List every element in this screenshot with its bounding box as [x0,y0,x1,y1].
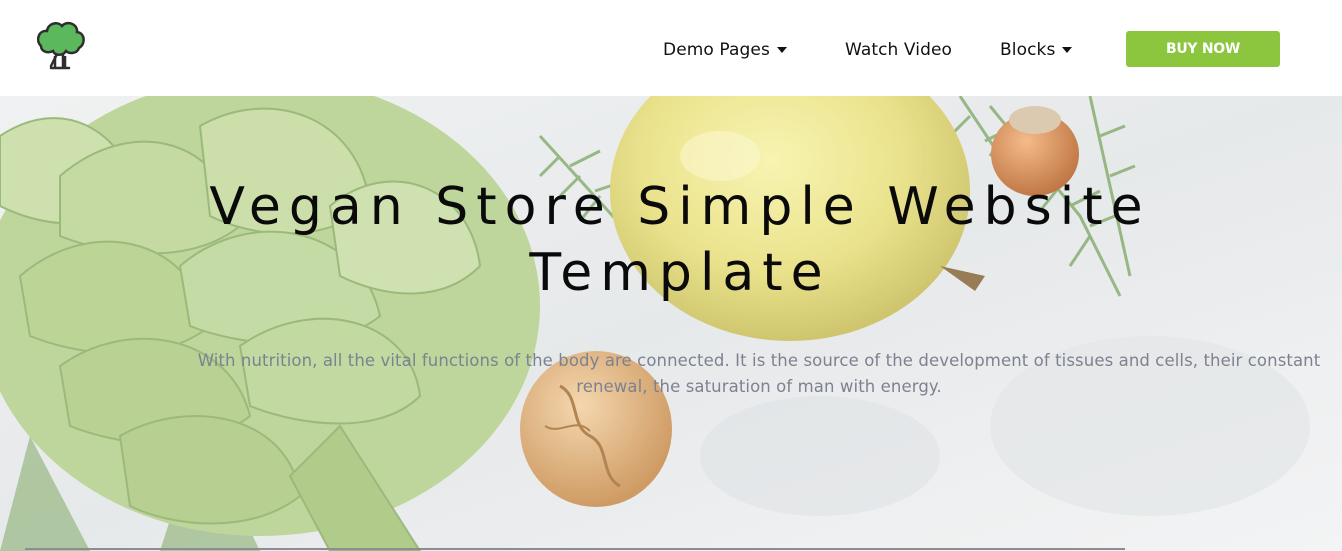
hero-description: With nutrition, all the vital functions … [197,351,1321,396]
nav-watch-video[interactable]: Watch Video [845,38,952,62]
chevron-down-icon [1062,47,1073,53]
broccoli-tree-icon [36,21,85,70]
nav-blocks[interactable]: Blocks [1000,38,1073,62]
nav-demo-pages[interactable]: Demo Pages [663,38,787,62]
nav-blocks-label: Blocks [1000,40,1056,60]
hero-title: Vegan Store Simple Website Template [209,177,1151,303]
nav-watch-video-label: Watch Video [845,40,953,60]
divider [25,548,1125,550]
nav-demo-pages-label: Demo Pages [663,40,770,60]
top-navbar: Demo Pages Watch Video Blocks BUY NOW [0,0,1342,96]
hero-section: Vegan Store Simple Website Template With… [0,96,1342,551]
chevron-down-icon [776,47,787,53]
logo-link[interactable] [33,20,87,72]
buy-now-button[interactable]: BUY NOW [1126,31,1280,67]
hero-overlay [0,96,1342,551]
